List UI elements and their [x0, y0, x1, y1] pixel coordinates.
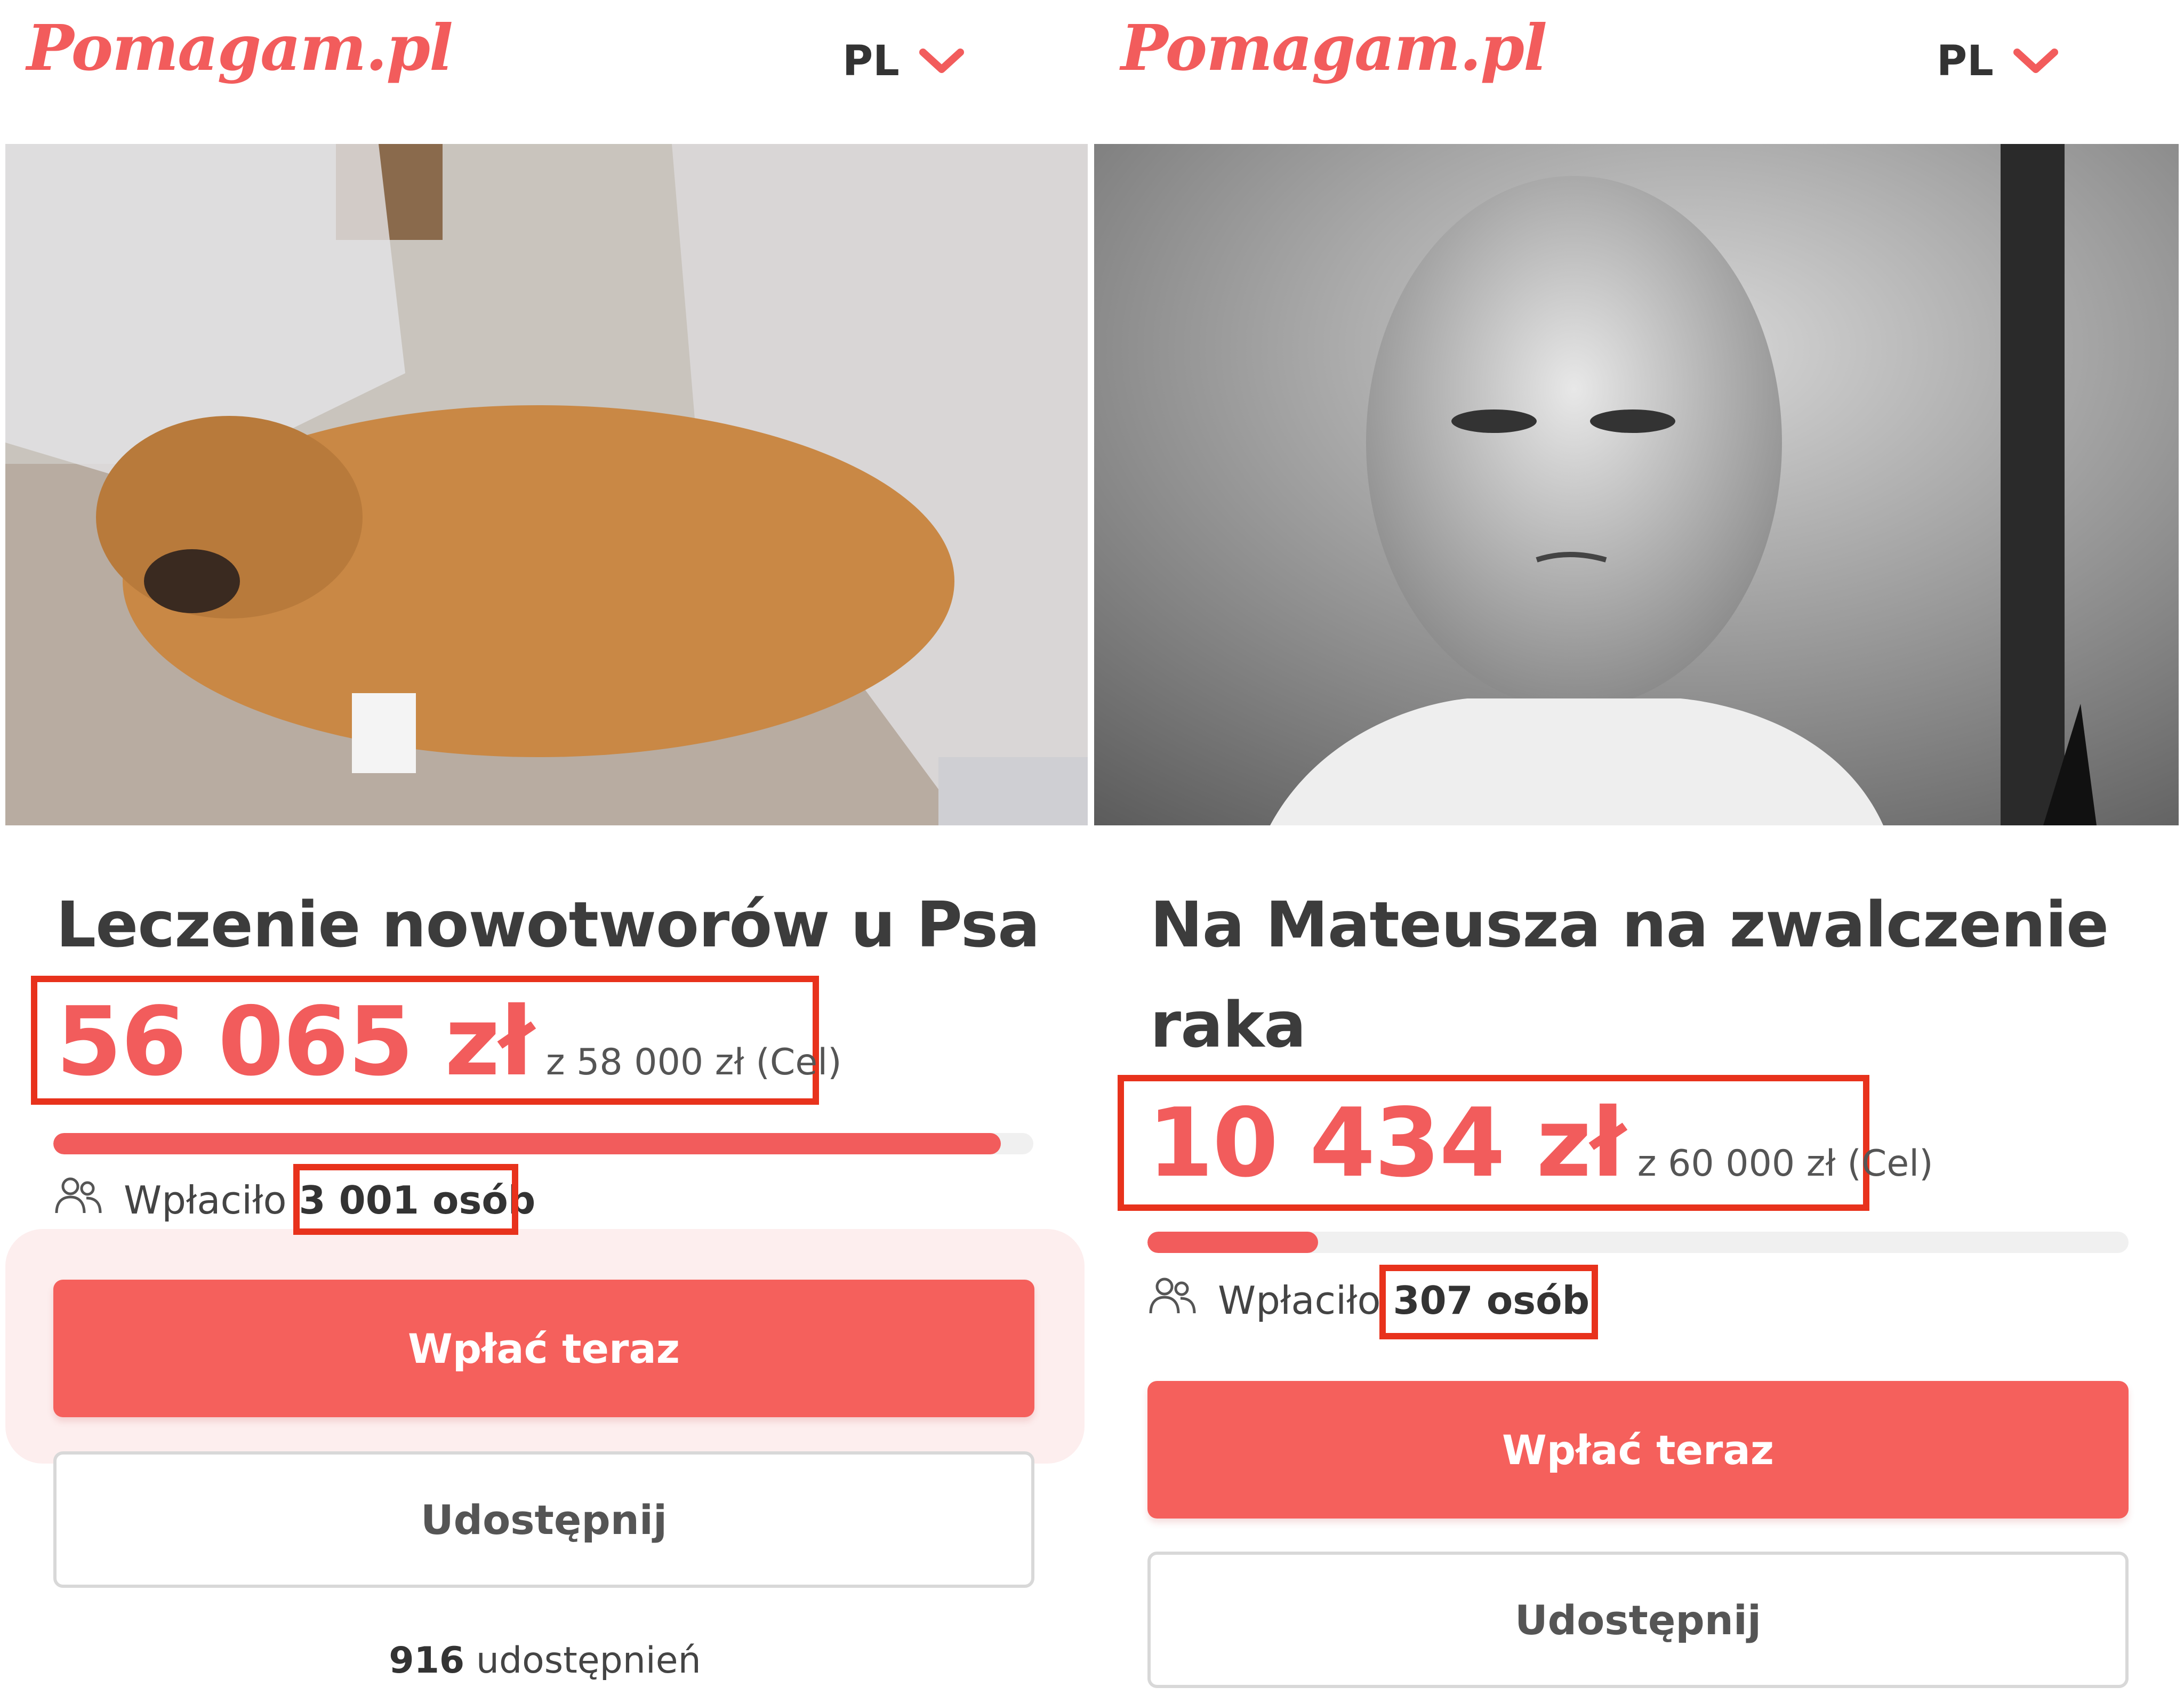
donate-button[interactable]: Wpłać teraz [1147, 1381, 2129, 1519]
amount-summary: 56 065 zł z 58 000 zł (Cel) [56, 986, 842, 1097]
shares-count: 916 [389, 1640, 465, 1682]
campaign-panel-dog: Pomagam.pl PL Leczenie nowotworów u Psa … [0, 0, 1090, 1695]
language-label: PL [1937, 37, 1994, 85]
donors-prefix: Wpłaciło [124, 1177, 287, 1223]
campaign-photo-person [1094, 144, 2179, 825]
people-icon [53, 1176, 102, 1224]
annotation-box-donors [1379, 1265, 1598, 1339]
share-button[interactable]: Udostępnij [1147, 1552, 2129, 1688]
progress-fill [53, 1133, 1001, 1154]
people-icon [1147, 1276, 1197, 1324]
progress-fill [1147, 1232, 1319, 1253]
logo[interactable]: Pomagam.pl [1121, 11, 1547, 85]
shares-count-text: 916 udostępnień [0, 1640, 1090, 1682]
amount-summary: 10 434 zł z 60 000 zł (Cel) [1147, 1088, 1933, 1198]
chevron-down-icon [2013, 47, 2059, 76]
share-button[interactable]: Udostępnij [53, 1451, 1034, 1588]
language-selector[interactable]: PL [842, 37, 965, 85]
amount-raised: 10 434 zł [1147, 1088, 1626, 1198]
campaign-title: Na Mateusza na zwalczenie raka [1150, 888, 2109, 1062]
progress-bar [53, 1133, 1033, 1154]
progress-bar [1147, 1232, 2129, 1253]
annotation-box-donors [293, 1164, 518, 1235]
amount-raised: 56 065 zł [56, 986, 534, 1097]
campaign-photo-dog [5, 144, 1088, 825]
donors-prefix: Wpłaciło [1218, 1278, 1381, 1323]
chevron-down-icon [919, 47, 965, 76]
shares-suffix: udostępnień [476, 1640, 701, 1682]
language-label: PL [842, 37, 900, 85]
amount-goal: z 60 000 zł (Cel) [1637, 1143, 1933, 1185]
amount-goal: z 58 000 zł (Cel) [545, 1041, 842, 1083]
logo[interactable]: Pomagam.pl [27, 11, 453, 85]
donate-button[interactable]: Wpłać teraz [53, 1280, 1034, 1417]
campaign-title: Leczenie nowotworów u Psa [56, 888, 1040, 961]
campaign-panel-mateusz: Pomagam.pl PL Na Mateusza na zwalczenie … [1094, 0, 2184, 1695]
language-selector[interactable]: PL [1937, 37, 2059, 85]
